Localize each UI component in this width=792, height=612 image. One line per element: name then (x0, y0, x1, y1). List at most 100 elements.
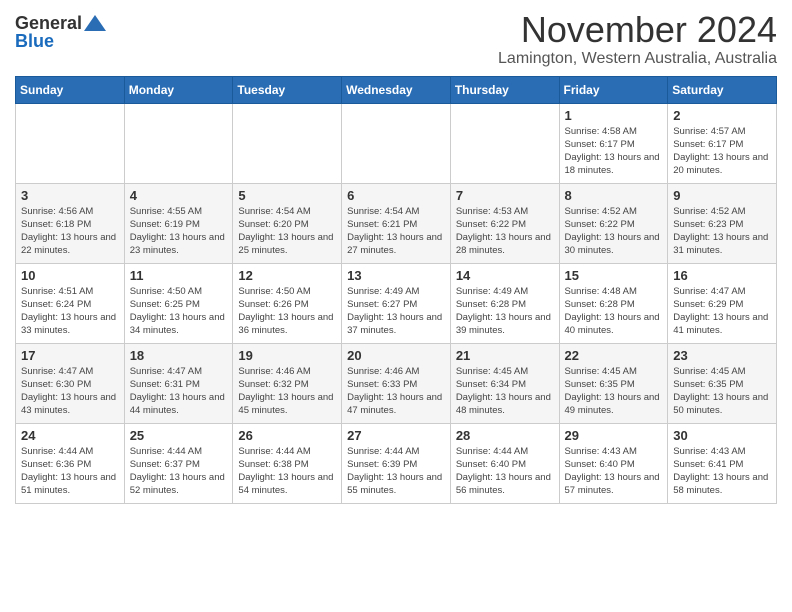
calendar-cell (450, 103, 559, 183)
location-title: Lamington, Western Australia, Australia (498, 50, 777, 68)
day-number: 19 (238, 348, 336, 363)
calendar-cell (342, 103, 451, 183)
calendar-cell: 7 Sunrise: 4:53 AM Sunset: 6:22 PM Daylig… (450, 183, 559, 263)
day-number: 8 (565, 188, 663, 203)
calendar-cell: 8 Sunrise: 4:52 AM Sunset: 6:22 PM Daylig… (559, 183, 668, 263)
day-info: Sunrise: 4:56 AM Sunset: 6:18 PM Dayligh… (21, 205, 119, 258)
calendar-cell: 11Sunrise: 4:50 AM Sunset: 6:25 PM Dayli… (124, 263, 233, 343)
day-info: Sunrise: 4:57 AM Sunset: 6:17 PM Dayligh… (673, 125, 771, 178)
day-number: 15 (565, 268, 663, 283)
day-number: 11 (130, 268, 228, 283)
calendar-cell: 12 Sunrise: 4:50 AM Sunset: 6:26 PM Dayli… (233, 263, 342, 343)
day-info: Sunrise: 4:46 AM Sunset: 6:32 PM Dayligh… (238, 365, 336, 418)
calendar-week-row: 1 Sunrise: 4:58 AM Sunset: 6:17 PM Daylig… (16, 103, 777, 183)
day-info: Sunrise: 4:58 AM Sunset: 6:17 PM Dayligh… (565, 125, 663, 178)
page-header: General Blue November 2024 Lamington, We… (15, 10, 777, 68)
calendar-cell (233, 103, 342, 183)
day-info: Sunrise: 4:52 AM Sunset: 6:23 PM Dayligh… (673, 205, 771, 258)
day-info: Sunrise: 4:43 AM Sunset: 6:40 PM Dayligh… (565, 445, 663, 498)
calendar-cell: 30 Sunrise: 4:43 AM Sunset: 6:41 PM Dayli… (668, 423, 777, 503)
day-number: 9 (673, 188, 771, 203)
day-number: 10 (21, 268, 119, 283)
calendar-week-row: 3 Sunrise: 4:56 AM Sunset: 6:18 PM Daylig… (16, 183, 777, 263)
day-info: Sunrise: 4:47 AM Sunset: 6:29 PM Dayligh… (673, 285, 771, 338)
calendar-week-row: 10 Sunrise: 4:51 AM Sunset: 6:24 PM Dayli… (16, 263, 777, 343)
title-block: November 2024 Lamington, Western Austral… (498, 10, 777, 68)
day-number: 1 (565, 108, 663, 123)
day-info: Sunrise: 4:50 AM Sunset: 6:26 PM Dayligh… (238, 285, 336, 338)
day-number: 12 (238, 268, 336, 283)
day-number: 27 (347, 428, 445, 443)
calendar-cell: 27 Sunrise: 4:44 AM Sunset: 6:39 PM Dayli… (342, 423, 451, 503)
weekday-header: Monday (124, 76, 233, 103)
day-info: Sunrise: 4:45 AM Sunset: 6:35 PM Dayligh… (673, 365, 771, 418)
day-number: 3 (21, 188, 119, 203)
calendar-cell: 5 Sunrise: 4:54 AM Sunset: 6:20 PM Daylig… (233, 183, 342, 263)
day-number: 30 (673, 428, 771, 443)
day-number: 26 (238, 428, 336, 443)
calendar-cell: 2 Sunrise: 4:57 AM Sunset: 6:17 PM Daylig… (668, 103, 777, 183)
day-number: 18 (130, 348, 228, 363)
day-info: Sunrise: 4:48 AM Sunset: 6:28 PM Dayligh… (565, 285, 663, 338)
month-title: November 2024 (498, 10, 777, 50)
calendar-cell: 16 Sunrise: 4:47 AM Sunset: 6:29 PM Dayli… (668, 263, 777, 343)
day-info: Sunrise: 4:45 AM Sunset: 6:35 PM Dayligh… (565, 365, 663, 418)
day-number: 25 (130, 428, 228, 443)
calendar-cell: 24Sunrise: 4:44 AM Sunset: 6:36 PM Dayli… (16, 423, 125, 503)
day-number: 28 (456, 428, 554, 443)
calendar-cell: 3 Sunrise: 4:56 AM Sunset: 6:18 PM Daylig… (16, 183, 125, 263)
weekday-header: Saturday (668, 76, 777, 103)
day-info: Sunrise: 4:49 AM Sunset: 6:28 PM Dayligh… (456, 285, 554, 338)
calendar-cell: 20Sunrise: 4:46 AM Sunset: 6:33 PM Dayli… (342, 343, 451, 423)
day-info: Sunrise: 4:44 AM Sunset: 6:40 PM Dayligh… (456, 445, 554, 498)
day-number: 5 (238, 188, 336, 203)
day-number: 29 (565, 428, 663, 443)
calendar-cell: 21 Sunrise: 4:45 AM Sunset: 6:34 PM Dayli… (450, 343, 559, 423)
calendar-cell: 1 Sunrise: 4:58 AM Sunset: 6:17 PM Daylig… (559, 103, 668, 183)
calendar-cell: 6 Sunrise: 4:54 AM Sunset: 6:21 PM Daylig… (342, 183, 451, 263)
day-number: 23 (673, 348, 771, 363)
day-info: Sunrise: 4:55 AM Sunset: 6:19 PM Dayligh… (130, 205, 228, 258)
calendar-cell: 22Sunrise: 4:45 AM Sunset: 6:35 PM Dayli… (559, 343, 668, 423)
day-number: 20 (347, 348, 445, 363)
day-info: Sunrise: 4:51 AM Sunset: 6:24 PM Dayligh… (21, 285, 119, 338)
weekday-header: Tuesday (233, 76, 342, 103)
logo-blue-text: Blue (15, 32, 54, 50)
calendar-cell: 15 Sunrise: 4:48 AM Sunset: 6:28 PM Dayli… (559, 263, 668, 343)
weekday-header: Sunday (16, 76, 125, 103)
day-info: Sunrise: 4:54 AM Sunset: 6:21 PM Dayligh… (347, 205, 445, 258)
day-info: Sunrise: 4:49 AM Sunset: 6:27 PM Dayligh… (347, 285, 445, 338)
day-number: 6 (347, 188, 445, 203)
calendar-cell: 18Sunrise: 4:47 AM Sunset: 6:31 PM Dayli… (124, 343, 233, 423)
calendar-cell: 4Sunrise: 4:55 AM Sunset: 6:19 PM Daylig… (124, 183, 233, 263)
calendar-cell (16, 103, 125, 183)
day-number: 13 (347, 268, 445, 283)
day-number: 17 (21, 348, 119, 363)
weekday-header: Wednesday (342, 76, 451, 103)
day-info: Sunrise: 4:44 AM Sunset: 6:38 PM Dayligh… (238, 445, 336, 498)
calendar-cell: 13 Sunrise: 4:49 AM Sunset: 6:27 PM Dayli… (342, 263, 451, 343)
day-info: Sunrise: 4:52 AM Sunset: 6:22 PM Dayligh… (565, 205, 663, 258)
weekday-header: Thursday (450, 76, 559, 103)
day-info: Sunrise: 4:53 AM Sunset: 6:22 PM Dayligh… (456, 205, 554, 258)
calendar-cell: 19 Sunrise: 4:46 AM Sunset: 6:32 PM Dayli… (233, 343, 342, 423)
day-number: 14 (456, 268, 554, 283)
day-number: 24 (21, 428, 119, 443)
logo: General Blue (15, 10, 106, 50)
calendar-cell: 28 Sunrise: 4:44 AM Sunset: 6:40 PM Dayli… (450, 423, 559, 503)
day-info: Sunrise: 4:45 AM Sunset: 6:34 PM Dayligh… (456, 365, 554, 418)
calendar-cell: 17Sunrise: 4:47 AM Sunset: 6:30 PM Dayli… (16, 343, 125, 423)
day-number: 7 (456, 188, 554, 203)
day-number: 16 (673, 268, 771, 283)
day-number: 21 (456, 348, 554, 363)
weekday-header: Friday (559, 76, 668, 103)
day-info: Sunrise: 4:43 AM Sunset: 6:41 PM Dayligh… (673, 445, 771, 498)
day-info: Sunrise: 4:44 AM Sunset: 6:39 PM Dayligh… (347, 445, 445, 498)
day-info: Sunrise: 4:54 AM Sunset: 6:20 PM Dayligh… (238, 205, 336, 258)
calendar-cell: 10 Sunrise: 4:51 AM Sunset: 6:24 PM Dayli… (16, 263, 125, 343)
day-number: 2 (673, 108, 771, 123)
logo-icon (84, 15, 106, 31)
calendar-cell: 9 Sunrise: 4:52 AM Sunset: 6:23 PM Daylig… (668, 183, 777, 263)
calendar-cell: 29 Sunrise: 4:43 AM Sunset: 6:40 PM Dayli… (559, 423, 668, 503)
day-info: Sunrise: 4:44 AM Sunset: 6:37 PM Dayligh… (130, 445, 228, 498)
